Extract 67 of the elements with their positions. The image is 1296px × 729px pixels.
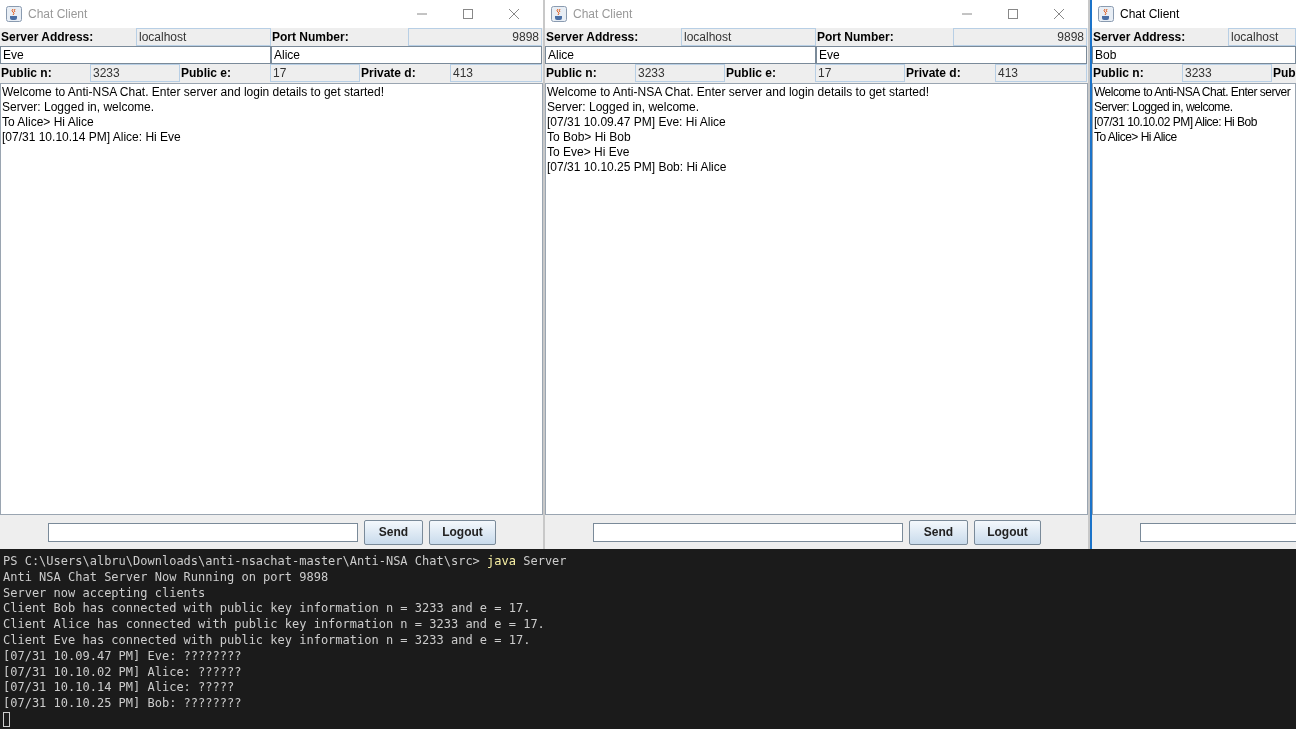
terminal-line: Client Bob has connected with public key information n = 3233 and e = 17.	[3, 601, 532, 618]
value-field: 9898	[408, 28, 542, 46]
text-field[interactable]: Alice	[271, 46, 542, 64]
chat-message: To Bob> Hi Bob	[547, 130, 632, 145]
field-label: Port Number:	[817, 29, 894, 46]
value-field: 3233	[635, 64, 725, 82]
window-title: Chat Client	[1120, 6, 1180, 23]
field-label: Pub	[1273, 65, 1296, 82]
terminal-line: Client Alice has connected with public key information n = 3233 and e = 17.	[3, 617, 546, 633]
text-field[interactable]: Eve	[0, 46, 271, 64]
logout-button[interactable]: Logout	[429, 519, 496, 545]
field-label: Private d:	[906, 65, 961, 82]
field-label: Public n:	[1093, 65, 1144, 82]
field-label: Port Number:	[272, 29, 349, 46]
terminal-line: Server now accepting clients	[3, 585, 207, 602]
chat-message: Server: Logged in, welcome.	[547, 100, 701, 115]
value-field: 3233	[90, 64, 180, 82]
value-field: 9898	[953, 28, 1087, 46]
message-input[interactable]	[593, 522, 903, 542]
chat-message: [07/31 10.09.47 PM] Eve: Hi Alice	[547, 115, 727, 130]
chat-message: Welcome to Anti-NSA Chat. Enter server and login details to get started!	[2, 85, 385, 100]
chat-message: Server: Logged in, welcome.	[2, 100, 156, 115]
value-field: 413	[450, 64, 542, 82]
value-field: localhost	[1228, 28, 1296, 46]
chat-message: Welcome to Anti-NSA Chat. Enter server and login details to get started!	[547, 85, 930, 100]
field-label: Private d:	[361, 65, 416, 82]
cursor	[3, 711, 10, 727]
value-field: localhost	[681, 28, 816, 46]
field-label: Public e:	[181, 65, 231, 82]
chat-message: Welcome to Anti-NSA Chat. Enter server	[1094, 85, 1292, 100]
value-field: 17	[815, 64, 905, 82]
window-title: Chat Client	[28, 6, 88, 23]
field-label: Server Address:	[546, 29, 639, 46]
field-label: Server Address:	[1, 29, 94, 46]
text-field[interactable]: Eve	[816, 46, 1087, 64]
terminal-line: [07/31 10.10.14 PM] Alice: ?????	[3, 680, 236, 697]
terminal-line: [07/31 10.10.25 PM] Bob: ????????	[3, 696, 243, 712]
terminal-line: Client Eve has connected with public key information n = 3233 and e = 17.	[3, 633, 532, 649]
logout-button[interactable]: Logout	[974, 519, 1041, 545]
chat-message: Server: Logged in, welcome.	[1094, 100, 1234, 115]
message-input[interactable]	[48, 522, 358, 542]
send-button[interactable]: Send	[364, 519, 423, 545]
text-field[interactable]: Alice	[545, 46, 816, 64]
java-cup-icon	[1098, 6, 1114, 22]
terminal-line: [07/31 10.10.02 PM] Alice: ??????	[3, 664, 243, 681]
window-title: Chat Client	[573, 6, 633, 23]
java-cup-icon	[6, 6, 22, 22]
terminal-line: Anti NSA Chat Server Now Running on port 9898	[3, 569, 330, 586]
value-field: 413	[995, 64, 1087, 82]
text-field[interactable]: Bob	[1092, 46, 1296, 64]
chat-message: [07/31 10.10.02 PM] Alice: Hi Bob	[1094, 115, 1258, 130]
terminal-line: PS C:\Users\albru\Downloads\anti-nsachat-master\Anti-NSA Chat\src> java Server	[3, 554, 568, 570]
field-label: Public n:	[546, 65, 597, 82]
java-cup-icon	[551, 6, 567, 22]
field-label: Server Address:	[1093, 29, 1186, 46]
chat-message: [07/31 10.10.25 PM] Bob: Hi Alice	[547, 160, 728, 175]
value-field: 17	[270, 64, 360, 82]
chat-message: [07/31 10.10.14 PM] Alice: Hi Eve	[2, 130, 182, 145]
value-field: 3233	[1182, 64, 1272, 82]
chat-message: To Eve> Hi Eve	[547, 145, 631, 160]
chat-message: To Alice> Hi Alice	[2, 115, 95, 130]
terminal-line: [07/31 10.09.47 PM] Eve: ????????	[3, 648, 243, 665]
send-button[interactable]: Send	[909, 519, 968, 545]
field-label: Public n:	[1, 65, 52, 82]
field-label: Public e:	[726, 65, 776, 82]
chat-message: To Alice> Hi Alice	[1094, 130, 1178, 145]
value-field: localhost	[136, 28, 271, 46]
